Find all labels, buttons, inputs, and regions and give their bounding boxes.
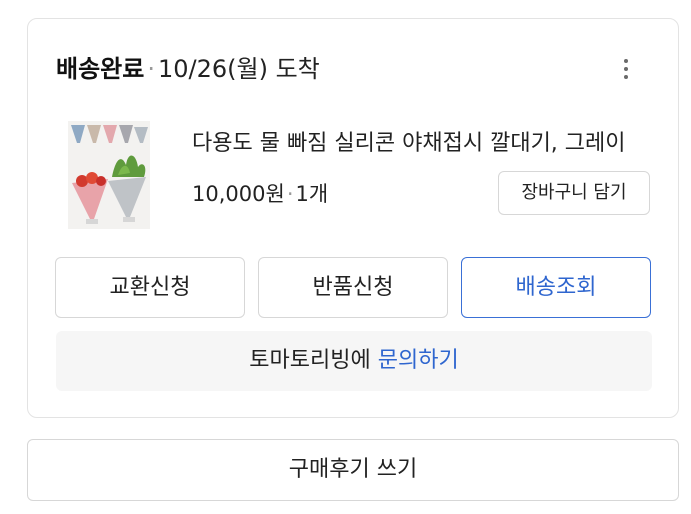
seller-name: 토마토리빙에 (249, 348, 371, 373)
add-to-cart-button[interactable]: 장바구니 담기 (498, 171, 650, 215)
inquiry-link[interactable]: 문의하기 (378, 348, 459, 373)
product-price: 10,000원 (192, 182, 285, 206)
write-review-button[interactable]: 구매후기 쓰기 (27, 439, 679, 501)
separator-dot: · (286, 182, 294, 206)
more-vertical-icon[interactable] (616, 55, 636, 85)
seller-inquiry-bar: 토마토리빙에 문의하기 (56, 331, 652, 391)
product-thumbnail[interactable] (68, 121, 150, 229)
order-card: 배송완료 · 10/26(월) 도착 다용도 물 빠짐 실리콘 야채접시 깔대기, (27, 18, 679, 418)
return-request-button[interactable]: 반품신청 (258, 257, 448, 318)
price-quantity-line: 10,000원·1개 (192, 179, 328, 209)
separator-dot: · (147, 55, 155, 83)
delivery-status: 배송완료 (56, 55, 145, 83)
product-name[interactable]: 다용도 물 빠짐 실리콘 야채접시 깔대기, 그레이 (192, 129, 626, 159)
arrival-date: 10/26(월) 도착 (157, 55, 320, 83)
exchange-request-button[interactable]: 교환신청 (55, 257, 245, 318)
product-quantity: 1개 (295, 182, 329, 206)
track-delivery-button[interactable]: 배송조회 (461, 257, 651, 318)
order-status-line: 배송완료 · 10/26(월) 도착 (56, 53, 320, 85)
